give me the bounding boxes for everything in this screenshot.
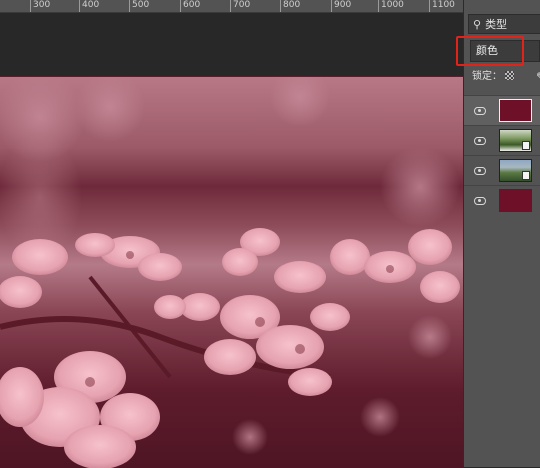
ruler-tick <box>230 0 231 12</box>
layer-row-photo-1[interactable] <box>464 125 540 156</box>
ruler-tick <box>331 0 332 12</box>
lock-label: 锁定： <box>472 71 502 82</box>
layers-panel: ⚲类型 颜色 锁定： ✎ <box>463 0 540 467</box>
ruler-label-300: 300 <box>33 0 51 10</box>
ruler-tick <box>79 0 80 12</box>
filter-kind-label: 类型 <box>485 18 508 31</box>
layer-filter-kind[interactable]: ⚲ 类型 <box>468 14 540 34</box>
ruler-tick <box>429 0 430 12</box>
ruler-label-800: 800 <box>283 0 301 10</box>
ruler-label-1000: 1000 <box>381 0 404 10</box>
layer-thumbnail <box>499 189 532 212</box>
blossom-photo <box>0 77 460 468</box>
horizontal-ruler: 300 400 500 600 700 800 900 1000 1100 <box>0 0 463 13</box>
eye-icon[interactable] <box>474 167 486 175</box>
ruler-label-1100: 1100 <box>432 0 455 10</box>
ruler-label-700: 700 <box>233 0 251 10</box>
lock-row: 锁定： ✎ <box>472 70 540 84</box>
layer-row-color-fill-bottom[interactable] <box>464 185 540 216</box>
smart-object-icon <box>522 141 530 150</box>
ruler-tick <box>30 0 31 12</box>
layer-row-color-fill-top[interactable] <box>464 95 540 126</box>
ruler-label-900: 900 <box>334 0 352 10</box>
smart-object-icon <box>522 171 530 180</box>
eye-icon[interactable] <box>474 107 486 115</box>
brush-lock-icon[interactable]: ✎ <box>536 70 540 84</box>
ruler-tick <box>129 0 130 12</box>
ruler-tick <box>180 0 181 12</box>
layer-row-photo-2[interactable] <box>464 155 540 186</box>
ruler-tick <box>378 0 379 12</box>
ruler-tick <box>280 0 281 12</box>
ruler-label-600: 600 <box>183 0 201 10</box>
layer-thumbnail <box>499 99 532 122</box>
ruler-label-400: 400 <box>82 0 100 10</box>
canvas-pasteboard <box>0 13 463 76</box>
layer-thumbnail <box>499 159 532 182</box>
layer-thumbnail <box>499 129 532 152</box>
document-image[interactable] <box>0 76 463 468</box>
ruler-label-500: 500 <box>132 0 150 10</box>
search-icon: ⚲ <box>473 18 482 31</box>
checker-lock-icon[interactable] <box>505 71 514 80</box>
blend-mode-select[interactable]: 颜色 <box>470 40 540 62</box>
eye-icon[interactable] <box>474 197 486 205</box>
eye-icon[interactable] <box>474 137 486 145</box>
